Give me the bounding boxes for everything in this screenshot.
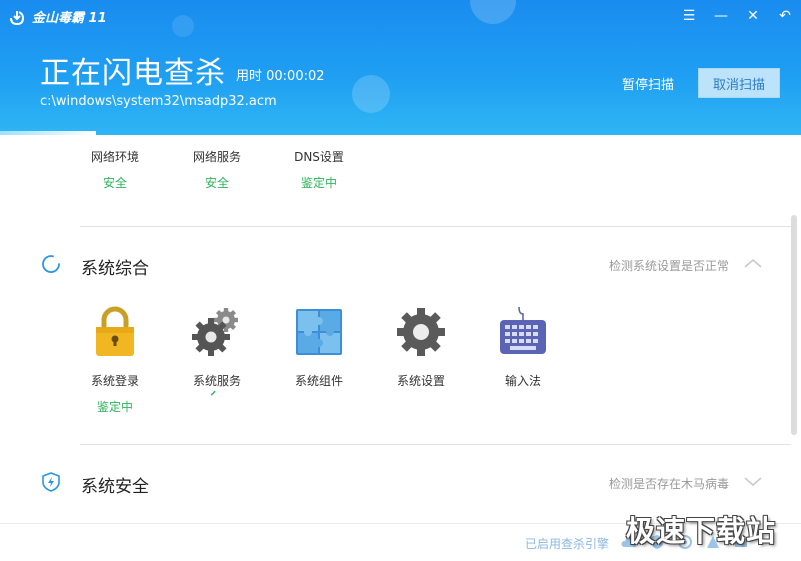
watermark-text: 极速下载站 <box>626 514 777 548</box>
system-item-settings[interactable]: 系统设置 <box>381 306 461 412</box>
system-item-status <box>177 398 257 412</box>
scan-progress-bar <box>0 131 97 135</box>
chevron-down-icon[interactable] <box>743 474 763 488</box>
pause-scan-button[interactable]: 暂停扫描 <box>612 70 684 96</box>
section-title: 系统安全 <box>81 477 149 497</box>
minimize-icon[interactable]: — <box>713 6 729 26</box>
gears-icon <box>192 308 238 356</box>
current-scan-path: c:\windows\system32\msadp32.acm <box>40 94 277 109</box>
window-controls: ☰ — ✕ ↶ <box>681 6 793 26</box>
network-item: 网络环境 安全 <box>75 148 155 191</box>
network-item-label: 网络环境 <box>90 150 139 164</box>
padlock-icon <box>96 306 134 356</box>
spinner-icon <box>210 390 216 396</box>
network-item-status: 安全 <box>204 176 229 190</box>
menu-icon[interactable]: ☰ <box>681 6 697 26</box>
loading-circle-icon <box>42 255 60 273</box>
system-item-label: 输入法 <box>504 374 541 388</box>
system-item-components[interactable]: 系统组件 <box>279 306 359 412</box>
section-title: 系统综合 <box>81 259 149 279</box>
gear-icon <box>397 308 445 356</box>
section-divider <box>80 226 791 227</box>
decor-bubble <box>352 75 390 113</box>
system-item-status <box>483 398 563 412</box>
network-item: DNS设置 鉴定中 <box>279 148 359 191</box>
app-logo: 金山毒霸 11 <box>8 7 107 26</box>
section-desc: 检测系统设置是否正常 <box>608 259 729 273</box>
app-title: 金山毒霸 11 <box>32 11 107 26</box>
header: 金山毒霸 11 ☰ — ✕ ↶ 正在闪电查杀 用时 00:00:02 c:\wi… <box>0 0 801 135</box>
system-item-status <box>279 398 359 412</box>
system-item-input-method[interactable]: 输入法 <box>483 306 563 412</box>
network-item-status: 安全 <box>102 176 127 190</box>
section-system-security[interactable]: 系统安全 检测是否存在木马病毒 <box>40 468 775 497</box>
system-item-label: 系统服务 <box>192 374 241 388</box>
scan-title: 正在闪电查杀 <box>40 56 226 91</box>
network-item-label: 网络服务 <box>192 150 241 164</box>
system-item-label: 系统登录 <box>90 374 139 388</box>
section-divider <box>80 444 791 445</box>
system-item-services[interactable]: 系统服务 <box>177 306 257 412</box>
system-item-label: 系统组件 <box>294 374 343 388</box>
section-system-general[interactable]: 系统综合 检测系统设置是否正常 <box>40 250 775 279</box>
shield-lightning-icon <box>42 472 60 492</box>
close-icon[interactable]: ✕ <box>745 6 761 26</box>
chevron-up-icon[interactable] <box>743 256 763 270</box>
cancel-scan-button[interactable]: 取消扫描 <box>698 68 780 98</box>
system-item-login[interactable]: 系统登录 鉴定中 <box>75 306 155 415</box>
back-icon[interactable]: ↶ <box>777 6 793 26</box>
scrollbar[interactable] <box>791 215 797 435</box>
keyboard-icon <box>500 306 546 354</box>
duba-logo-icon <box>10 10 25 25</box>
system-item-label: 系统设置 <box>396 374 445 388</box>
network-item-status: 鉴定中 <box>300 176 337 190</box>
network-item: 网络服务 安全 <box>177 148 257 191</box>
engine-status-link[interactable]: 已启用查杀引擎 <box>525 535 609 552</box>
network-item-label: DNS设置 <box>294 150 344 164</box>
system-item-status: 鉴定中 <box>96 400 133 414</box>
section-desc: 检测是否存在木马病毒 <box>608 477 729 491</box>
title-bar: 金山毒霸 11 ☰ — ✕ ↶ <box>0 0 801 34</box>
puzzle-icon <box>296 309 342 355</box>
system-item-status <box>381 398 461 412</box>
elapsed-time: 用时 00:00:02 <box>236 69 325 84</box>
